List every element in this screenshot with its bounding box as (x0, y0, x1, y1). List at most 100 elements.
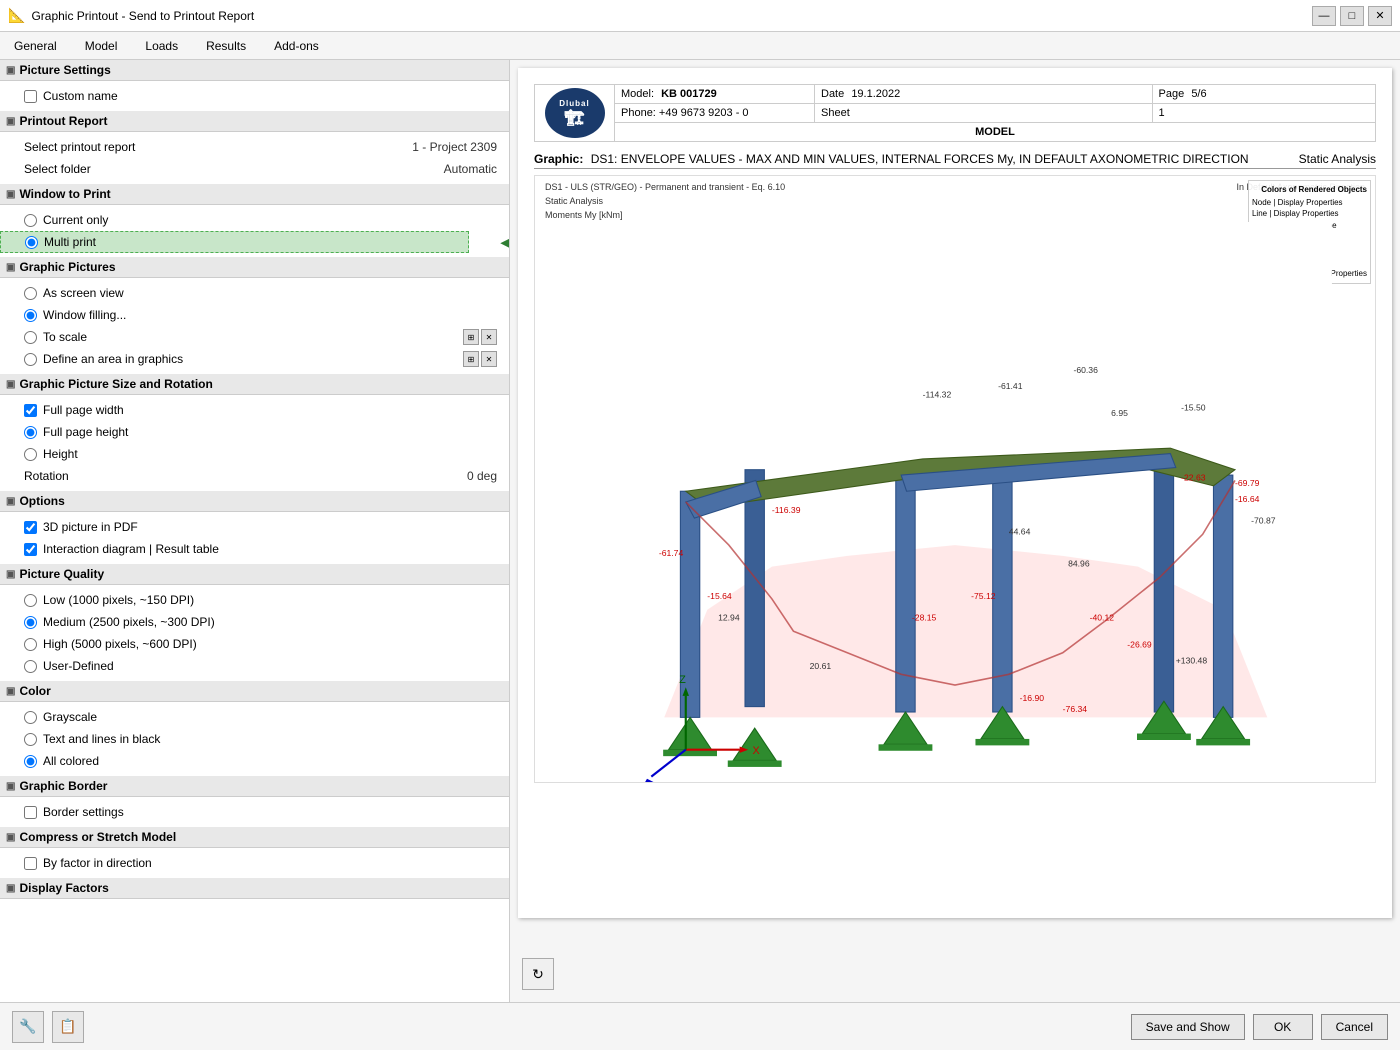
current-only-radio[interactable] (24, 214, 37, 227)
section-compress-stretch[interactable]: ▣ Compress or Stretch Model (0, 827, 509, 848)
3d-pdf-label[interactable]: 3D picture in PDF (24, 520, 138, 534)
define-area-label[interactable]: Define an area in graphics (24, 352, 183, 366)
value-61-74: -61.74 (659, 548, 684, 558)
quality-medium-radio[interactable] (24, 616, 37, 629)
custom-name-row: Custom name (0, 85, 509, 107)
select-printout-value[interactable]: 1 - Project 2309 (412, 140, 497, 154)
value-69-79: -69.79 (1235, 478, 1260, 488)
menu-model[interactable]: Model (79, 37, 124, 55)
by-factor-checkbox[interactable] (24, 857, 37, 870)
custom-name-checkbox[interactable] (24, 90, 37, 103)
define-area-icon1[interactable]: ⊞ (463, 351, 479, 367)
all-colored-radio[interactable] (24, 755, 37, 768)
left-panel: ▣ Picture Settings Custom name ▣ Printou… (0, 60, 510, 1002)
preview-scroll[interactable]: Dlubal 🏗 Model: KB 001729 Date 19.1.2022 (510, 60, 1400, 1002)
as-screen-label[interactable]: As screen view (24, 286, 124, 300)
bottom-icon-1[interactable]: 🔧 (12, 1011, 44, 1043)
to-scale-label[interactable]: To scale (24, 330, 87, 344)
quality-medium-row: Medium (2500 pixels, ~300 DPI) (0, 611, 509, 633)
border-settings-label[interactable]: Border settings (24, 805, 124, 819)
define-area-icon2[interactable]: ✕ (481, 351, 497, 367)
section-picture-settings[interactable]: ▣ Picture Settings (0, 60, 509, 81)
section-compress-label: Compress or Stretch Model (19, 830, 176, 844)
maximize-button[interactable]: □ (1340, 6, 1364, 26)
to-scale-row: To scale ⊞ ✕ (0, 326, 509, 348)
collapse-icon-display: ▣ (6, 883, 15, 894)
section-printout-report[interactable]: ▣ Printout Report (0, 111, 509, 132)
text-lines-black-label[interactable]: Text and lines in black (24, 732, 160, 746)
section-display-factors[interactable]: ▣ Display Factors (0, 878, 509, 899)
section-options[interactable]: ▣ Options (0, 491, 509, 512)
collapse-icon-border: ▣ (6, 781, 15, 792)
to-scale-icon1[interactable]: ⊞ (463, 329, 479, 345)
section-graphic-border[interactable]: ▣ Graphic Border (0, 776, 509, 797)
force-label: Moments My [kNm] (541, 208, 789, 222)
height-radio[interactable] (24, 448, 37, 461)
border-settings-checkbox[interactable] (24, 806, 37, 819)
all-colored-row: All colored (0, 750, 509, 772)
quality-userdefined-label[interactable]: User-Defined (24, 659, 114, 673)
interaction-diagram-checkbox[interactable] (24, 543, 37, 556)
color-content: Grayscale Text and lines in black All co… (0, 702, 509, 776)
quality-low-label[interactable]: Low (1000 pixels, ~150 DPI) (24, 593, 194, 607)
current-only-label[interactable]: Current only (24, 213, 108, 227)
section-window-to-print[interactable]: ▣ Window to Print (0, 184, 509, 205)
bottom-icon-2[interactable]: 📋 (52, 1011, 84, 1043)
quality-high-radio[interactable] (24, 638, 37, 651)
all-colored-label[interactable]: All colored (24, 754, 99, 768)
menu-results[interactable]: Results (200, 37, 252, 55)
quality-high-label[interactable]: High (5000 pixels, ~600 DPI) (24, 637, 197, 651)
as-screen-radio[interactable] (24, 287, 37, 300)
define-area-radio[interactable] (24, 353, 37, 366)
column-left-back (745, 470, 764, 707)
3d-pdf-checkbox[interactable] (24, 521, 37, 534)
multi-print-label[interactable]: Multi print (25, 235, 96, 249)
quality-userdefined-radio[interactable] (24, 660, 37, 673)
collapse-icon-quality: ▣ (6, 569, 15, 580)
section-color[interactable]: ▣ Color (0, 681, 509, 702)
text-lines-black-radio[interactable] (24, 733, 37, 746)
value-84-96: 84.96 (1068, 559, 1090, 569)
multi-print-radio[interactable] (25, 236, 38, 249)
grayscale-label[interactable]: Grayscale (24, 710, 97, 724)
full-page-height-row: Full page height (0, 421, 509, 443)
custom-name-label[interactable]: Custom name (24, 89, 118, 103)
minimize-button[interactable]: — (1312, 6, 1336, 26)
menu-addons[interactable]: Add-ons (268, 37, 325, 55)
value-116-39: -116.39 (772, 505, 801, 515)
to-scale-icon2[interactable]: ✕ (481, 329, 497, 345)
sheet-label-cell: Sheet (815, 104, 1153, 123)
page-value: 5/6 (1191, 88, 1206, 100)
to-scale-radio[interactable] (24, 331, 37, 344)
refresh-button[interactable]: ↻ (522, 958, 554, 990)
quality-content: Low (1000 pixels, ~150 DPI) Medium (2500… (0, 585, 509, 681)
section-graphic-label: Graphic Pictures (19, 260, 115, 274)
full-page-height-radio[interactable] (24, 426, 37, 439)
menu-loads[interactable]: Loads (139, 37, 184, 55)
quality-medium-label[interactable]: Medium (2500 pixels, ~300 DPI) (24, 615, 215, 629)
section-graphic-pictures[interactable]: ▣ Graphic Pictures (0, 257, 509, 278)
quality-low-radio[interactable] (24, 594, 37, 607)
by-factor-label[interactable]: By factor in direction (24, 856, 152, 870)
select-folder-value[interactable]: Automatic (444, 162, 497, 176)
section-picture-quality[interactable]: ▣ Picture Quality (0, 564, 509, 585)
value-44-64: 44.64 (1009, 526, 1031, 536)
height-label[interactable]: Height (24, 447, 78, 461)
menu-general[interactable]: General (8, 37, 63, 55)
window-filling-radio[interactable] (24, 309, 37, 322)
full-page-width-label[interactable]: Full page width (24, 403, 124, 417)
full-page-width-checkbox[interactable] (24, 404, 37, 417)
window-filling-label[interactable]: Window filling... (24, 308, 126, 322)
ok-button[interactable]: OK (1253, 1014, 1313, 1040)
size-rotation-content: Full page width Full page height Height … (0, 395, 509, 491)
full-page-height-label[interactable]: Full page height (24, 425, 128, 439)
value-16-64: -16.64 (1235, 494, 1260, 504)
section-size-rotation[interactable]: ▣ Graphic Picture Size and Rotation (0, 374, 509, 395)
grayscale-radio[interactable] (24, 711, 37, 724)
support-base-rb (1137, 734, 1191, 740)
save-and-show-button[interactable]: Save and Show (1131, 1014, 1245, 1040)
axis-x-label: X (753, 745, 760, 757)
close-button[interactable]: ✕ (1368, 6, 1392, 26)
cancel-button[interactable]: Cancel (1321, 1014, 1388, 1040)
interaction-diagram-label[interactable]: Interaction diagram | Result table (24, 542, 219, 556)
